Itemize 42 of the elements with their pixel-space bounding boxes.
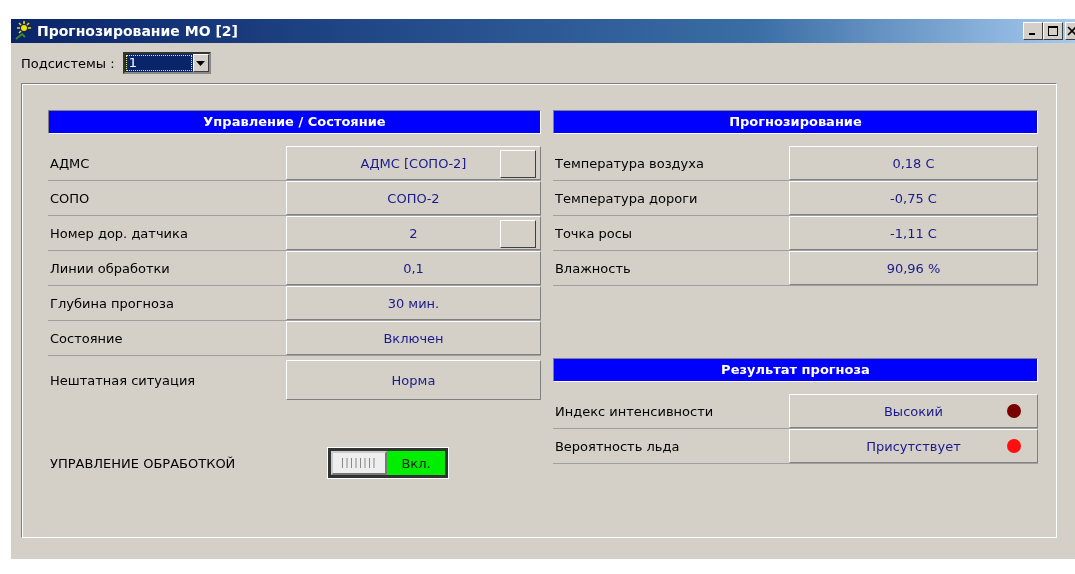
section-header: Результат прогноза xyxy=(552,358,1038,382)
parameter-label: Температура дороги xyxy=(553,189,699,208)
close-button[interactable] xyxy=(1065,22,1075,40)
value-cell: АДМС [СОПО-2] xyxy=(286,146,541,180)
value-cell: Включен xyxy=(286,321,541,355)
parameter-label: СОПО xyxy=(49,189,91,208)
subsystem-label: Подсистемы : xyxy=(21,55,115,71)
maximize-icon[interactable] xyxy=(1048,26,1058,36)
toggle-state: Вкл. xyxy=(387,451,445,475)
value-cell: Высокий xyxy=(788,394,1038,428)
select-button[interactable] xyxy=(499,150,536,178)
parameter-label: Номер дор. датчика xyxy=(49,224,189,243)
value-cell: 0,1 xyxy=(286,251,541,285)
value-cell: -1,11 С xyxy=(788,216,1038,250)
parameter-label: Глубина прогноза xyxy=(49,294,175,313)
section-header: Управление / Состояние xyxy=(48,110,541,134)
select-button[interactable] xyxy=(499,220,536,248)
toggle-switch[interactable]: Вкл. xyxy=(328,448,448,478)
maximize-button[interactable] xyxy=(1043,22,1063,40)
minimize-button[interactable] xyxy=(1023,22,1043,40)
parameter-label: Нештатная ситуация xyxy=(49,371,197,390)
parameter-label: Линии обработки xyxy=(49,259,171,278)
value-cell: -0,75 С xyxy=(788,181,1038,215)
value-cell: 0,18 С xyxy=(788,146,1038,180)
subsystem-dropdown[interactable]: 1 xyxy=(122,52,211,74)
toggle-label: УПРАВЛЕНИЕ ОБРАБОТКОЙ xyxy=(49,455,237,471)
section-header: Прогнозирование xyxy=(552,110,1038,134)
parameter-label: Температура воздуха xyxy=(553,154,705,173)
parameter-label: АДМС xyxy=(49,154,91,173)
parameter-label: Точка росы xyxy=(553,224,634,243)
parameter-label: Вероятность льда xyxy=(553,437,681,456)
parameter-label: Индекс интенсивности xyxy=(553,402,715,421)
parameter-label: Влажность xyxy=(553,259,632,278)
close-icon[interactable] xyxy=(1067,26,1075,36)
value-cell: 2 xyxy=(286,216,541,250)
value-cell: 30 мин. xyxy=(286,286,541,320)
value-cell: 90,96 % xyxy=(788,251,1038,285)
value-cell: Присутствует xyxy=(788,429,1038,463)
value-cell: СОПО-2 xyxy=(286,181,541,215)
value-cell: Норма xyxy=(286,360,541,400)
parameter-label: Состояние xyxy=(49,329,124,348)
window-title: Прогнозирование МО [2] xyxy=(37,23,238,39)
